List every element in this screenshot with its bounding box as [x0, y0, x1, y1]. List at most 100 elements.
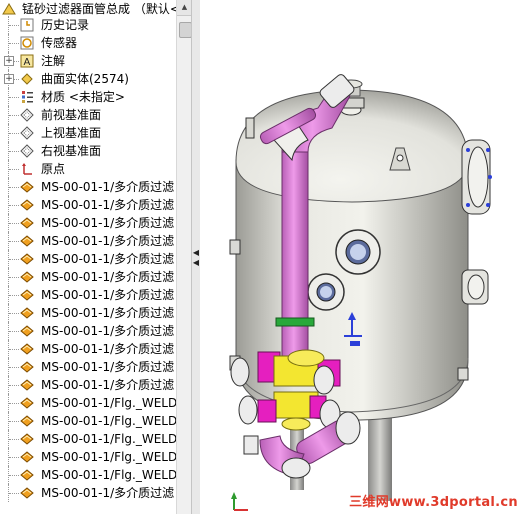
filter-assembly-model	[229, 74, 492, 511]
tree-item-label: MS-00-01-1/多介质过滤	[41, 180, 175, 194]
tree-item-label: MS-00-01-1/Flg._WELDI	[41, 432, 181, 446]
pipe-clamp-green	[275, 317, 315, 327]
tree-item[interactable]: MS-00-01-1/Flg._WELDI	[0, 430, 181, 448]
tree-item[interactable]: MS-00-01-1/多介质过滤	[0, 250, 176, 268]
tree-item-label: 历史记录	[41, 18, 90, 32]
part-feature-icon	[20, 216, 34, 230]
tree-item[interactable]: 传感器	[0, 34, 176, 52]
part-feature-icon	[20, 306, 34, 320]
tree-item[interactable]: MS-00-01-1/多介质过滤	[0, 484, 176, 502]
tree-item[interactable]: MS-00-01-1/多介质过滤	[0, 268, 176, 286]
tree-item[interactable]: 材质 <未指定>	[0, 88, 176, 106]
part-feature-icon	[20, 270, 34, 284]
tree-item[interactable]: + 曲面实体(2574)	[0, 70, 176, 88]
origin-icon	[20, 162, 34, 176]
front-manway-lower	[307, 273, 345, 311]
tree-item-label: MS-00-01-1/Flg._WELDI	[41, 396, 181, 410]
tree-scrollbar[interactable]: ▲	[176, 0, 191, 514]
front-manway-upper	[335, 229, 381, 275]
scroll-thumb[interactable]	[179, 22, 191, 38]
sensor-icon	[20, 36, 34, 50]
watermark-text: 三维网www.3dportal.cn	[349, 495, 518, 510]
tree-item-label: MS-00-01-1/多介质过滤	[41, 234, 175, 248]
graphics-viewport[interactable]: 三维网www.3dportal.cn	[200, 0, 524, 514]
tree-item-label: 注解	[41, 54, 66, 68]
tree-item-label: MS-00-01-1/Flg._WELDI	[41, 414, 181, 428]
tree-item[interactable]: 原点	[0, 160, 176, 178]
tree-item-label: MS-00-01-1/多介质过滤	[41, 342, 175, 356]
part-feature-icon	[20, 396, 34, 410]
feature-manager-tree[interactable]: 锰砂过滤器面管总成 （默认< 历史记录 传感器 + A 注解 + 曲面实体(2574) 材质 <…	[0, 0, 191, 514]
tree-item[interactable]: 上视基准面	[0, 124, 176, 142]
part-feature-icon	[20, 414, 34, 428]
main-riser-pipe	[281, 149, 309, 381]
tree-item-label: 前视基准面	[41, 108, 102, 122]
tree-item[interactable]: 右视基准面	[0, 142, 176, 160]
tree-item[interactable]: 前视基准面	[0, 106, 176, 124]
inlet-flange	[230, 357, 250, 387]
tree-item[interactable]: MS-00-01-1/多介质过滤	[0, 286, 176, 304]
part-feature-icon	[20, 198, 34, 212]
tree-item-label: MS-00-01-1/多介质过滤	[41, 252, 175, 266]
assembly-icon	[2, 2, 16, 16]
part-feature-icon	[20, 342, 34, 356]
tree-item-label: MS-00-01-1/多介质过滤	[41, 306, 175, 320]
tree-item[interactable]: MS-00-01-1/多介质过滤	[0, 340, 176, 358]
tree-item-label: 原点	[41, 162, 66, 176]
part-feature-icon	[20, 378, 34, 392]
part-feature-icon	[20, 486, 34, 500]
part-feature-icon	[20, 432, 34, 446]
part-feature-icon	[20, 252, 34, 266]
tree-item[interactable]: MS-00-01-1/多介质过滤	[0, 376, 176, 394]
side-manway-right	[461, 139, 492, 215]
splitter-collapse-icon[interactable]: ◀ ◀	[192, 248, 200, 270]
expand-toggle-icon[interactable]: +	[4, 74, 14, 84]
inlet-flange	[238, 395, 258, 425]
tree-item[interactable]: MS-00-01-1/多介质过滤	[0, 196, 176, 214]
tree-item-label: MS-00-01-1/多介质过滤	[41, 324, 175, 338]
tree-item[interactable]: MS-00-01-1/多介质过滤	[0, 232, 176, 250]
surface-bodies-icon	[20, 72, 34, 86]
material-icon	[20, 90, 34, 104]
part-feature-icon	[20, 234, 34, 248]
tree-item[interactable]: MS-00-01-1/Flg._WELDI	[0, 448, 181, 466]
annotation-icon: A	[20, 54, 34, 68]
tree-item-label: MS-00-01-1/Flg._WELDI	[41, 468, 181, 482]
tree-item-label: MS-00-01-1/多介质过滤	[41, 198, 175, 212]
side-manway-lower-right	[461, 269, 489, 305]
tree-item-label: MS-00-01-1/多介质过滤	[41, 288, 175, 302]
tree-item[interactable]: MS-00-01-1/多介质过滤	[0, 304, 176, 322]
tree-item[interactable]: MS-00-01-1/多介质过滤	[0, 178, 176, 196]
tree-item[interactable]: MS-00-01-1/Flg._WELDI	[0, 394, 181, 412]
plane-icon	[20, 126, 34, 140]
tree-item[interactable]: MS-00-01-1/多介质过滤	[0, 358, 176, 376]
tree-item[interactable]: 历史记录	[0, 16, 176, 34]
tree-item-label: MS-00-01-1/多介质过滤	[41, 216, 175, 230]
tree-item-label: MS-00-01-1/多介质过滤	[41, 378, 175, 392]
tree-item-label: MS-00-01-1/多介质过滤	[41, 486, 175, 500]
plane-icon	[20, 144, 34, 158]
plane-icon	[20, 108, 34, 122]
view-orientation-triad	[231, 492, 248, 511]
part-feature-icon	[20, 180, 34, 194]
svg-text:A: A	[24, 57, 31, 68]
tree-item[interactable]: MS-00-01-1/多介质过滤	[0, 322, 176, 340]
part-feature-icon	[20, 324, 34, 338]
tree-item-label: MS-00-01-1/多介质过滤	[41, 360, 175, 374]
expand-toggle-icon[interactable]: +	[4, 56, 14, 66]
tree-item[interactable]: MS-00-01-1/多介质过滤	[0, 214, 176, 232]
history-icon	[20, 18, 34, 32]
tree-item-label: MS-00-01-1/Flg._WELDI	[41, 450, 181, 464]
tree-item[interactable]: + A 注解	[0, 52, 176, 70]
part-feature-icon	[20, 360, 34, 374]
scroll-up-arrow-icon[interactable]: ▲	[177, 0, 191, 16]
tree-item[interactable]: MS-00-01-1/Flg._WELDI	[0, 412, 181, 430]
tree-item[interactable]: MS-00-01-1/Flg._WELDI	[0, 466, 181, 484]
tree-item-label: 上视基准面	[41, 126, 102, 140]
tree-item-label: 材质 <未指定>	[41, 90, 125, 104]
outlet-flange	[313, 365, 335, 395]
tree-item-label: 曲面实体(2574)	[41, 72, 129, 86]
part-feature-icon	[20, 468, 34, 482]
part-feature-icon	[20, 450, 34, 464]
tree-item-label: 右视基准面	[41, 144, 102, 158]
